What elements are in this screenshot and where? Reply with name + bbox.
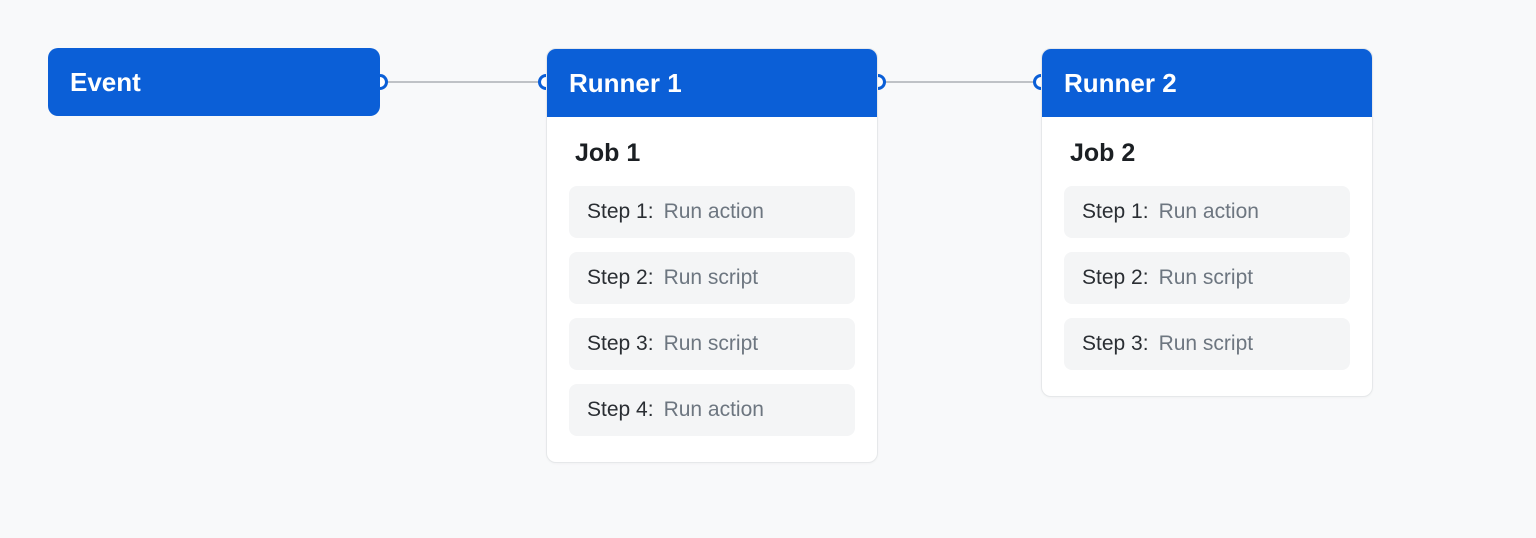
runner-1-title: Runner 1 — [569, 68, 682, 99]
runner-2-title: Runner 2 — [1064, 68, 1177, 99]
step-label: Step 2: — [1082, 266, 1149, 290]
step-label: Step 1: — [587, 200, 654, 224]
step-label: Step 1: — [1082, 200, 1149, 224]
event-label: Event — [70, 67, 141, 98]
runner-2-node: Runner 2 Job 2 Step 1: Run action Step 2… — [1041, 48, 1373, 397]
step-label: Step 3: — [587, 332, 654, 356]
job-2-title: Job 2 — [1064, 139, 1350, 168]
job-1-step: Step 3: Run script — [569, 318, 855, 370]
runner-1-body: Job 1 Step 1: Run action Step 2: Run scr… — [547, 117, 877, 462]
step-desc: Run script — [664, 332, 759, 356]
step-desc: Run script — [1159, 332, 1254, 356]
job-2-step: Step 1: Run action — [1064, 186, 1350, 238]
step-label: Step 4: — [587, 398, 654, 422]
step-label: Step 3: — [1082, 332, 1149, 356]
step-desc: Run script — [664, 266, 759, 290]
event-node: Event — [48, 48, 380, 116]
job-1-step: Step 2: Run script — [569, 252, 855, 304]
step-desc: Run action — [1159, 200, 1259, 224]
job-2-step: Step 3: Run script — [1064, 318, 1350, 370]
step-label: Step 2: — [587, 266, 654, 290]
runner-1-header: Runner 1 — [547, 49, 877, 117]
job-1-step: Step 1: Run action — [569, 186, 855, 238]
job-1-title: Job 1 — [569, 139, 855, 168]
step-desc: Run action — [664, 200, 764, 224]
step-desc: Run action — [664, 398, 764, 422]
runner-2-body: Job 2 Step 1: Run action Step 2: Run scr… — [1042, 117, 1372, 396]
step-desc: Run script — [1159, 266, 1254, 290]
runner-2-header: Runner 2 — [1042, 49, 1372, 117]
job-1-step: Step 4: Run action — [569, 384, 855, 436]
connector-event-to-runner1 — [380, 81, 546, 83]
runner-1-node: Runner 1 Job 1 Step 1: Run action Step 2… — [546, 48, 878, 463]
job-2-step: Step 2: Run script — [1064, 252, 1350, 304]
connector-runner1-to-runner2 — [878, 81, 1041, 83]
